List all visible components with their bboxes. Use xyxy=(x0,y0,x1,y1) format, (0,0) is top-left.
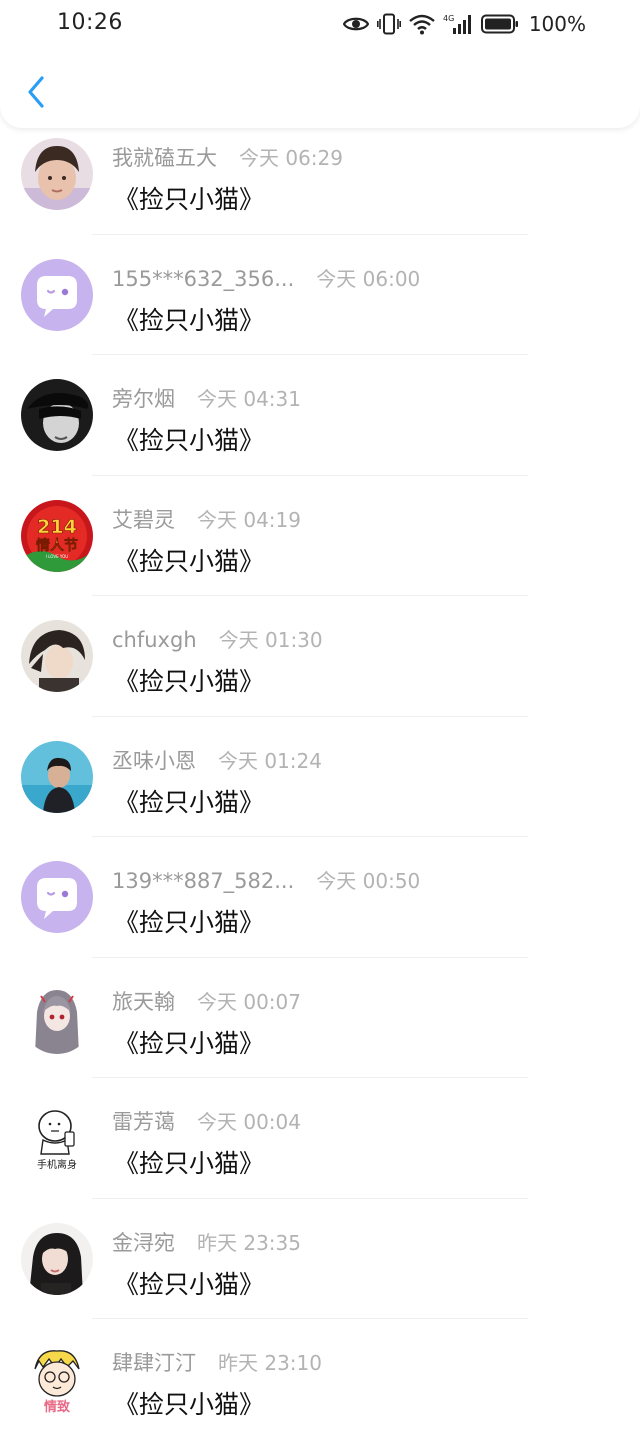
comment-time: 今天 00:50 xyxy=(316,869,421,893)
status-time: 10:26 xyxy=(57,10,123,35)
list-item[interactable]: chfuxgh 今天 01:30 《捡只小猫》 xyxy=(0,596,640,717)
comment-text: 《捡只小猫》 xyxy=(114,667,265,696)
list-item[interactable]: 手机离身 雷芳蔼 今天 00:04 《捡只小猫》 xyxy=(0,1078,640,1199)
wifi-icon xyxy=(409,13,435,35)
avatar[interactable] xyxy=(21,379,93,451)
comment-text: 《捡只小猫》 xyxy=(114,1390,265,1419)
avatar[interactable] xyxy=(21,258,93,331)
username[interactable]: 雷芳蔼 xyxy=(112,1106,175,1136)
comment-time: 今天 04:19 xyxy=(197,507,301,532)
username[interactable]: 艾碧灵 xyxy=(112,504,175,534)
comment-meta: 旅天翰 今天 00:07 xyxy=(112,986,301,1014)
comment-time: 今天 06:29 xyxy=(239,146,343,170)
comment-text: 《捡只小猫》 xyxy=(114,1149,265,1178)
top-bar: 10:26 4G 100% xyxy=(0,0,640,128)
username[interactable]: 139***887_582... xyxy=(112,869,294,893)
comment-meta: 雷芳蔼 今天 00:04 xyxy=(112,1106,301,1134)
list-item[interactable]: 旅天翰 今天 00:07 《捡只小猫》 xyxy=(0,958,640,1078)
status-icons: 4G 100% xyxy=(342,10,586,38)
vibrate-icon xyxy=(376,13,401,35)
username[interactable]: 丞味小恩 xyxy=(112,745,196,775)
comment-meta: 旁尔烟 今天 04:31 xyxy=(112,383,301,411)
comment-meta: 155***632_356... 今天 06:00 xyxy=(112,263,420,291)
comment-list: 我就磕五大 今天 06:29 《捡只小猫》 155***632_356... 今… xyxy=(0,114,640,1440)
avatar[interactable] xyxy=(21,861,93,933)
avatar[interactable] xyxy=(21,740,93,813)
battery-icon xyxy=(480,14,519,34)
list-item[interactable]: 214 情人节 I LOVE YOU 艾碧灵 今天 04:19 《捡只小猫》 xyxy=(0,476,640,596)
comment-text: 《捡只小猫》 xyxy=(114,787,265,817)
avatar[interactable] xyxy=(21,1222,93,1295)
avatar[interactable]: 手机离身 xyxy=(21,1102,93,1174)
avatar-stamp: 情致 xyxy=(44,1399,71,1415)
comment-text: 《捡只小猫》 xyxy=(114,908,265,937)
list-item[interactable]: 丞味小恩 今天 01:24 《捡只小猫》 xyxy=(0,717,640,837)
comment-time: 今天 01:30 xyxy=(218,628,323,652)
avatar[interactable] xyxy=(21,138,93,210)
eye-icon xyxy=(342,14,369,34)
comment-time: 今天 04:31 xyxy=(197,387,301,411)
badge-top-text: 214 xyxy=(37,516,77,538)
list-item[interactable]: 金浔宛 昨天 23:35 《捡只小猫》 xyxy=(0,1199,640,1319)
list-item[interactable]: 139***887_582... 今天 00:50 《捡只小猫》 xyxy=(0,837,640,958)
comment-text: 《捡只小猫》 xyxy=(114,426,265,455)
comment-meta: 我就磕五大 今天 06:29 xyxy=(112,142,343,170)
network-type-label: 4G xyxy=(443,14,454,23)
list-item[interactable]: 我就磕五大 今天 06:29 《捡只小猫》 xyxy=(0,114,640,235)
comment-meta: 139***887_582... 今天 00:50 xyxy=(112,865,420,893)
avatar[interactable] xyxy=(21,981,93,1054)
username[interactable]: 旁尔烟 xyxy=(112,383,175,413)
comment-time: 今天 00:04 xyxy=(197,1110,301,1134)
comment-text: 《捡只小猫》 xyxy=(114,1028,265,1058)
comment-meta: 金浔宛 昨天 23:35 xyxy=(112,1227,301,1255)
avatar[interactable]: 214 情人节 I LOVE YOU xyxy=(21,499,93,572)
username[interactable]: 我就磕五大 xyxy=(112,142,217,172)
comment-time: 昨天 23:10 xyxy=(218,1351,322,1375)
username[interactable]: 肆肆汀汀 xyxy=(112,1347,196,1377)
badge-sub-text: I LOVE YOU xyxy=(46,554,69,559)
comment-time: 今天 06:00 xyxy=(316,266,421,291)
comment-meta: 艾碧灵 今天 04:19 xyxy=(112,504,301,532)
comment-time: 今天 00:07 xyxy=(197,989,301,1014)
battery-level: 100% xyxy=(528,12,586,36)
username[interactable]: 155***632_356... xyxy=(112,267,294,291)
comment-meta: 丞味小恩 今天 01:24 xyxy=(112,745,322,773)
list-item[interactable]: 155***632_356... 今天 06:00 《捡只小猫》 xyxy=(0,235,640,355)
list-item[interactable]: 情致 肆肆汀汀 昨天 23:10 《捡只小猫》 xyxy=(0,1319,640,1440)
avatar[interactable] xyxy=(21,620,93,692)
badge-bottom-text: 情人节 xyxy=(36,537,78,554)
chevron-left-icon xyxy=(25,75,47,113)
comment-time: 今天 01:24 xyxy=(218,748,322,773)
comment-text: 《捡只小猫》 xyxy=(114,305,265,335)
comment-text: 《捡只小猫》 xyxy=(114,546,265,576)
username[interactable]: chfuxgh xyxy=(112,628,197,652)
cellular-signal-icon: 4G xyxy=(443,13,473,35)
comment-meta: 肆肆汀汀 昨天 23:10 xyxy=(112,1347,322,1375)
comment-text: 《捡只小猫》 xyxy=(114,1269,265,1299)
username[interactable]: 金浔宛 xyxy=(112,1227,175,1257)
comment-time: 昨天 23:35 xyxy=(197,1230,301,1255)
back-button[interactable] xyxy=(18,72,54,116)
comment-text: 《捡只小猫》 xyxy=(114,185,265,214)
avatar[interactable]: 情致 xyxy=(21,1343,93,1415)
avatar-caption: 手机离身 xyxy=(37,1158,77,1171)
list-item[interactable]: 旁尔烟 今天 04:31 《捡只小猫》 xyxy=(0,355,640,476)
status-bar: 10:26 4G 100% xyxy=(0,0,640,50)
username[interactable]: 旅天翰 xyxy=(112,986,175,1016)
comment-meta: chfuxgh 今天 01:30 xyxy=(112,624,323,652)
